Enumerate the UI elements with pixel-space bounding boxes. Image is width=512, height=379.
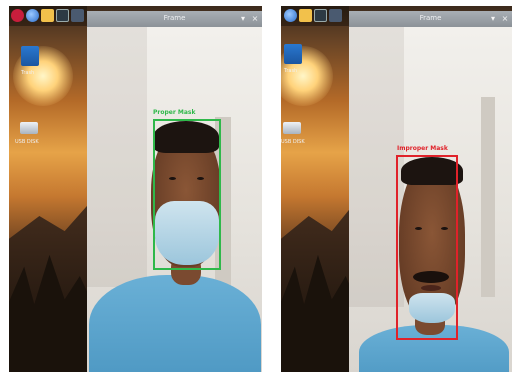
- drive-icon[interactable]: [20, 122, 38, 134]
- wall-shadow: [87, 27, 147, 287]
- camera-window: Frame ▾ × Proper Mask: [87, 11, 262, 372]
- drive-icon[interactable]: [283, 122, 301, 134]
- trash-label: Trash: [21, 70, 35, 76]
- app-icon[interactable]: [329, 9, 342, 22]
- close-button[interactable]: ×: [250, 13, 260, 24]
- screenshot-left: Trash USB DISK Frame ▾ × Proper Mask: [9, 6, 262, 372]
- window-titlebar[interactable]: Frame ▾ ×: [87, 11, 262, 27]
- camera-feed: Proper Mask: [87, 27, 262, 372]
- terminal-icon[interactable]: [314, 9, 327, 22]
- trash-label: Trash: [284, 68, 298, 74]
- camera-feed: Improper Mask: [349, 27, 512, 372]
- terminal-icon[interactable]: [56, 9, 69, 22]
- window-titlebar[interactable]: Frame ▾ ×: [349, 11, 512, 27]
- minimize-button[interactable]: ▾: [238, 13, 248, 24]
- browser-icon[interactable]: [284, 9, 297, 22]
- drive-label: USB DISK: [15, 139, 39, 145]
- taskbar: [9, 6, 87, 26]
- browser-icon[interactable]: [26, 9, 39, 22]
- app-icon[interactable]: [71, 9, 84, 22]
- taskbar: [281, 6, 349, 26]
- door-frame: [481, 97, 495, 297]
- trash-icon[interactable]: [21, 46, 39, 66]
- detection-label: Improper Mask: [397, 145, 448, 152]
- drive-label: USB DISK: [281, 139, 305, 145]
- folder-icon[interactable]: [299, 9, 312, 22]
- folder-icon[interactable]: [41, 9, 54, 22]
- detection-box: [396, 155, 458, 340]
- window-title: Frame: [163, 14, 186, 22]
- screenshot-right: Trash USB DISK Frame ▾ × Improper Mask: [281, 6, 512, 372]
- detection-label: Proper Mask: [153, 109, 196, 116]
- camera-window: Frame ▾ × Improper Mask: [349, 11, 512, 372]
- detection-box: [153, 119, 221, 270]
- trash-icon[interactable]: [284, 44, 302, 64]
- raspberry-menu-icon[interactable]: [11, 9, 24, 22]
- person-shirt: [89, 275, 261, 372]
- close-button[interactable]: ×: [500, 13, 510, 24]
- minimize-button[interactable]: ▾: [488, 13, 498, 24]
